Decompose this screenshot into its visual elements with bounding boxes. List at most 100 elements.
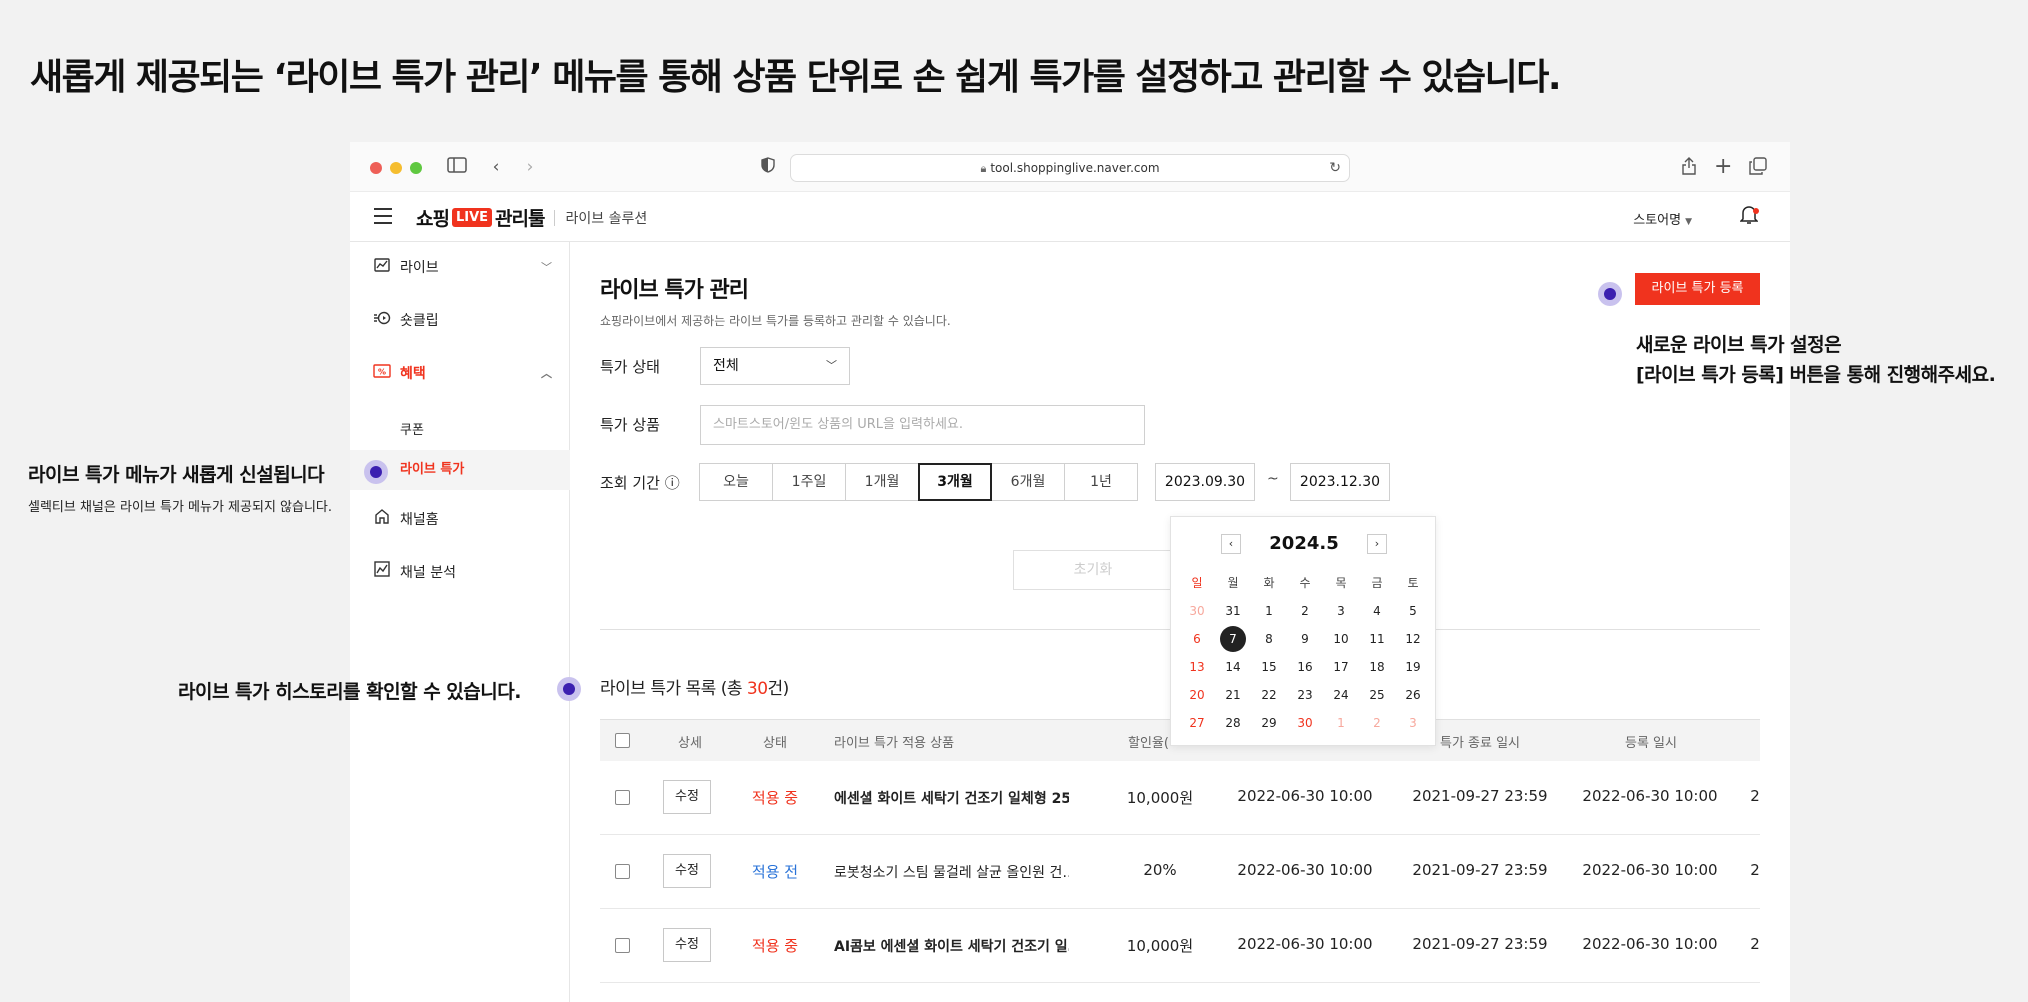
- weekday-label: 화: [1263, 576, 1275, 590]
- calendar-day[interactable]: 23: [1287, 681, 1323, 709]
- minimize-window-button[interactable]: [390, 162, 402, 174]
- discount-value: 20%: [1143, 861, 1177, 879]
- calendar-day[interactable]: 12: [1395, 625, 1431, 653]
- annotation-menu-subtext: 셀렉티브 채널은 라이브 특가 메뉴가 제공되지 않습니다.: [28, 500, 333, 515]
- calendar-day[interactable]: 9: [1287, 625, 1323, 653]
- calendar-day[interactable]: 2: [1287, 597, 1323, 625]
- calendar-day[interactable]: 14: [1215, 653, 1251, 681]
- status-badge: 적용 중: [751, 937, 799, 955]
- reload-icon[interactable]: ↻: [1329, 155, 1341, 181]
- calendar-day[interactable]: 1: [1251, 597, 1287, 625]
- tabs-overview-icon[interactable]: [1748, 157, 1768, 177]
- date-from-input[interactable]: 2023.09.30: [1155, 463, 1255, 501]
- calendar-day[interactable]: 20: [1179, 681, 1215, 709]
- sidebar-toggle-icon[interactable]: [446, 157, 468, 177]
- annotation-register-line2: [라이브 특가 등록] 버튼을 통해 진행해주세요.: [1636, 364, 1996, 386]
- calendar-day[interactable]: 21: [1215, 681, 1251, 709]
- store-selector[interactable]: 스토어명 ▼: [1633, 209, 1692, 228]
- calendar-day[interactable]: 22: [1251, 681, 1287, 709]
- edit-button[interactable]: 수정: [663, 928, 711, 962]
- calendar-day[interactable]: 15: [1251, 653, 1287, 681]
- date-to-input[interactable]: 2023.12.30: [1290, 463, 1390, 501]
- edit-button[interactable]: 수정: [663, 854, 711, 888]
- calendar-day[interactable]: 16: [1287, 653, 1323, 681]
- calendar-day[interactable]: 28: [1215, 709, 1251, 737]
- status-filter-select[interactable]: 전체 ﹀: [700, 347, 850, 385]
- sidebar-item-coupon[interactable]: 쿠폰: [350, 411, 570, 451]
- period-option[interactable]: 1년: [1064, 463, 1138, 501]
- annotation-marker-menu: [364, 460, 388, 484]
- reset-button[interactable]: 초기화: [1013, 550, 1173, 590]
- product-filter-label: 특가 상품: [600, 416, 660, 434]
- calendar-day[interactable]: 27: [1179, 709, 1215, 737]
- sidebar: 라이브 ﹀ 숏클립 % 혜택 ︿ 쿠폰 라이브 특가 채널홈 채널 분석: [350, 242, 570, 1002]
- row-checkbox[interactable]: [615, 790, 630, 805]
- edit-button[interactable]: 수정: [663, 780, 711, 814]
- sidebar-item-channel-analytics[interactable]: 채널 분석: [350, 553, 570, 593]
- row-checkbox[interactable]: [615, 938, 630, 953]
- calendar-day-selected[interactable]: 7: [1215, 625, 1251, 653]
- calendar-day[interactable]: 18: [1359, 653, 1395, 681]
- period-filter-label: 조회 기간 ⓘ: [600, 474, 680, 492]
- calendar-day[interactable]: 30: [1179, 597, 1215, 625]
- weekday-label: 월: [1227, 576, 1239, 590]
- calendar-day[interactable]: 3: [1395, 709, 1431, 737]
- forward-icon[interactable]: ›: [522, 157, 538, 177]
- calendar-day[interactable]: 8: [1251, 625, 1287, 653]
- row-checkbox[interactable]: [615, 864, 630, 879]
- share-icon[interactable]: [1680, 157, 1698, 177]
- product-name[interactable]: 로봇청소기 스팀 물걸레 살균 올인원 건…: [834, 862, 1069, 882]
- register-live-deal-button[interactable]: 라이브 특가 등록: [1635, 273, 1760, 305]
- calendar-day[interactable]: 19: [1395, 653, 1431, 681]
- calendar-day[interactable]: 26: [1395, 681, 1431, 709]
- next-month-icon[interactable]: ›: [1367, 534, 1387, 554]
- discount-value: 10,000원: [1126, 937, 1194, 955]
- calendar-day[interactable]: 11: [1359, 625, 1395, 653]
- close-window-button[interactable]: [370, 162, 382, 174]
- period-option[interactable]: 1주일: [772, 463, 846, 501]
- annotation-register-line1: 새로운 라이브 특가 설정은: [1636, 334, 1842, 356]
- calendar-day[interactable]: 24: [1323, 681, 1359, 709]
- period-option[interactable]: 오늘: [699, 463, 773, 501]
- calendar-day[interactable]: 2: [1359, 709, 1395, 737]
- logo-subtitle: 라이브 솔루션: [565, 210, 648, 227]
- calendar-day[interactable]: 30: [1287, 709, 1323, 737]
- calendar-day[interactable]: 17: [1323, 653, 1359, 681]
- hamburger-menu-icon[interactable]: [374, 208, 392, 224]
- back-icon[interactable]: ‹: [488, 157, 504, 177]
- sidebar-item-channel-home[interactable]: 채널홈: [350, 500, 570, 540]
- column-header-registered: 등록 일시: [1625, 736, 1677, 751]
- new-tab-icon[interactable]: +: [1714, 156, 1732, 178]
- weekday-label: 목: [1335, 576, 1347, 590]
- product-url-input[interactable]: 스마트스토어/윈도 상품의 URL을 입력하세요.: [700, 405, 1145, 445]
- calendar-day[interactable]: 10: [1323, 625, 1359, 653]
- calendar-day[interactable]: 31: [1215, 597, 1251, 625]
- shield-icon[interactable]: [760, 157, 776, 177]
- product-name[interactable]: AI콤보 에센셜 화이트 세탁기 건조기 일…: [834, 936, 1069, 956]
- calendar-day[interactable]: 5: [1395, 597, 1431, 625]
- calendar-day[interactable]: 3: [1323, 597, 1359, 625]
- select-all-checkbox[interactable]: [615, 733, 630, 748]
- app-logo[interactable]: 쇼핑 LIVE 관리툴 라이브 솔루션: [416, 204, 647, 231]
- maximize-window-button[interactable]: [410, 162, 422, 174]
- calendar-day[interactable]: 25: [1359, 681, 1395, 709]
- sidebar-item-shortclip[interactable]: 숏클립: [350, 301, 570, 341]
- period-option[interactable]: 6개월: [991, 463, 1065, 501]
- calendar-day[interactable]: 4: [1359, 597, 1395, 625]
- weekday-label: 수: [1299, 576, 1311, 590]
- calendar-day[interactable]: 1: [1323, 709, 1359, 737]
- period-option[interactable]: 1개월: [845, 463, 919, 501]
- calendar-day[interactable]: 6: [1179, 625, 1215, 653]
- date-picker-calendar: ‹ 2024.5 › 일 월 화 수 목 금 토 30 31 1 2 3 4 5…: [1170, 516, 1436, 746]
- sidebar-item-live[interactable]: 라이브 ﹀: [350, 248, 570, 288]
- list-title: 라이브 특가 목록 (총 30건): [600, 674, 789, 699]
- period-option-selected[interactable]: 3개월: [918, 463, 992, 501]
- calendar-day[interactable]: 13: [1179, 653, 1215, 681]
- column-header-end-date: 특가 종료 일시: [1439, 736, 1521, 751]
- sidebar-item-benefits[interactable]: % 혜택 ︿: [350, 354, 570, 394]
- address-bar[interactable]: 🔒︎ tool.shoppinglive.naver.com ↻: [790, 154, 1350, 182]
- product-name[interactable]: 에센셜 화이트 세탁기 건조기 일체형 25…: [834, 788, 1069, 808]
- calendar-day[interactable]: 29: [1251, 709, 1287, 737]
- column-header-status: 상태: [763, 736, 787, 751]
- bell-icon[interactable]: [1738, 205, 1760, 229]
